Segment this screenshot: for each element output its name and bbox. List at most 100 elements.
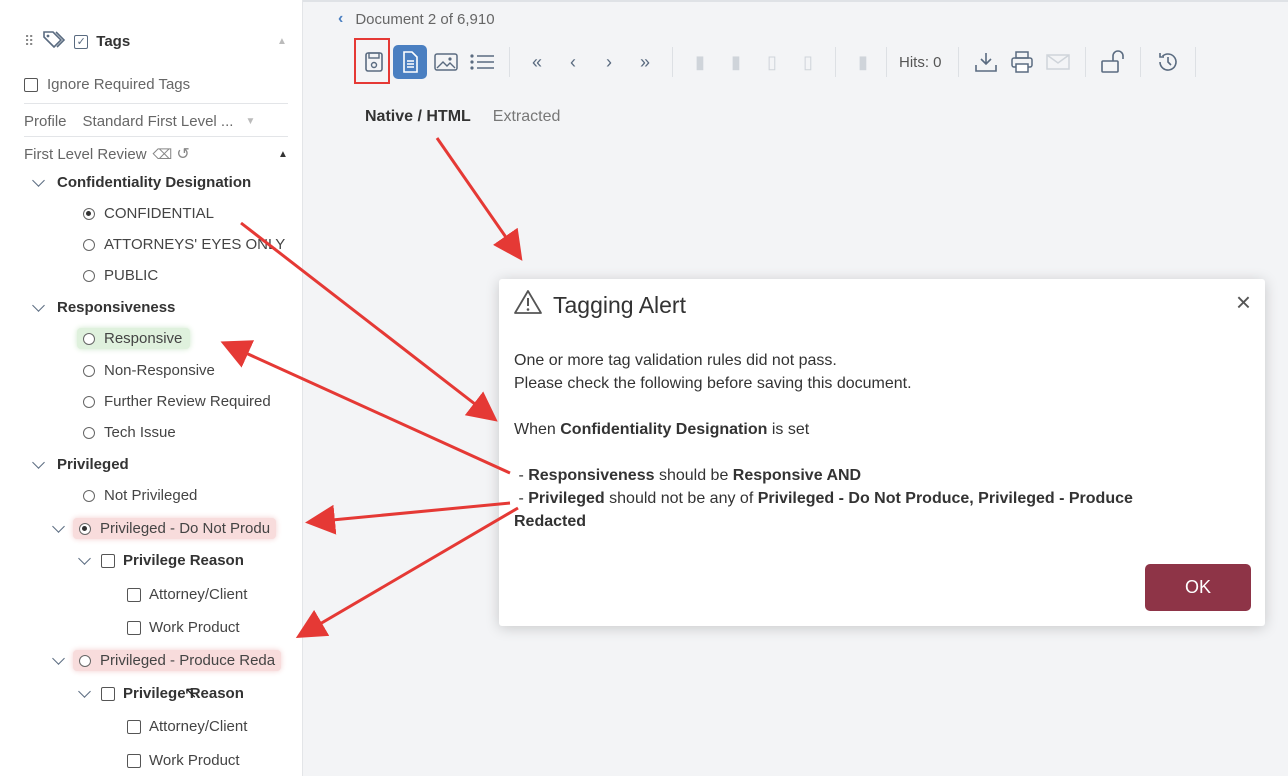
tags-panel-header: ⠿ ✓ Tags (24, 30, 130, 53)
next-page-icon[interactable]: › (592, 45, 626, 79)
chevron-down-icon[interactable] (78, 685, 91, 698)
radio-selected[interactable] (83, 207, 95, 220)
option-not-privileged[interactable]: Not Privileged (83, 487, 197, 504)
first-page-icon[interactable]: « (520, 45, 554, 79)
radio[interactable] (83, 395, 95, 408)
option-confidential[interactable]: CONFIDENTIAL (83, 205, 214, 222)
collapse-up-icon[interactable]: ▲ (277, 36, 287, 47)
radio[interactable] (83, 238, 95, 251)
ignore-required-checkbox[interactable] (24, 77, 38, 92)
drag-handle-icon[interactable]: ⠿ (24, 33, 34, 50)
tags-title: Tags (96, 33, 131, 50)
profile-row: Profile Standard First Level ... ▼ (24, 113, 255, 130)
option-attorneys-eyes-only[interactable]: ATTORNEYS' EYES ONLY (83, 236, 285, 253)
close-icon[interactable]: × (1236, 287, 1251, 318)
tags-checkbox[interactable]: ✓ (74, 34, 89, 49)
privilege-reason-group[interactable]: Privilege Reason (78, 552, 244, 569)
disabled-tool-icon: ▯ (767, 51, 777, 72)
disabled-tool-icon: ▯ (803, 51, 813, 72)
option-tech-issue[interactable]: Tech Issue (83, 424, 176, 441)
group-label: Confidentiality Designation (57, 174, 252, 191)
dialog-rule-1: - Responsiveness should be Responsive AN… (514, 467, 862, 484)
chevron-left-icon[interactable]: ‹ (338, 10, 343, 28)
dialog-title: Tagging Alert (553, 291, 686, 318)
profile-select[interactable]: Standard First Level ... (83, 113, 234, 130)
document-count: Document 2 of 6,910 (355, 10, 495, 28)
group-label: Privileged (57, 456, 129, 473)
history-icon[interactable] (1151, 45, 1185, 79)
review-row: First Level Review ⌫ ↺ ▲ (24, 144, 288, 164)
reason-attorney-client-2[interactable]: Attorney/Client (127, 718, 247, 735)
reason-work-product-2[interactable]: Work Product (127, 752, 240, 769)
image-view-icon[interactable] (429, 45, 463, 79)
privilege-reason-checkbox[interactable] (101, 553, 115, 568)
collapse-up-icon[interactable]: ▲ (278, 149, 288, 160)
ok-button[interactable]: OK (1145, 564, 1251, 611)
ignore-required-row[interactable]: Ignore Required Tags (24, 76, 190, 93)
eraser-icon[interactable]: ⌫ (153, 146, 173, 163)
radio[interactable] (79, 654, 91, 667)
dialog-line: One or more tag validation rules did not… (514, 352, 837, 369)
tag-icon (42, 30, 66, 53)
option-responsive[interactable]: Responsive (77, 328, 191, 349)
reason-work-product[interactable]: Work Product (127, 619, 240, 636)
radio[interactable] (83, 269, 95, 282)
save-highlight-box (354, 38, 390, 84)
chevron-down-icon[interactable] (32, 299, 45, 312)
chevron-down-icon[interactable] (32, 174, 45, 187)
option-privileged-do-not-produce[interactable]: Privileged - Do Not Produ (73, 518, 277, 539)
radio[interactable] (83, 426, 95, 439)
option-privileged-do-not-produce-row[interactable]: Privileged - Do Not Produ (52, 518, 277, 539)
chevron-down-icon[interactable] (52, 520, 65, 533)
option-public[interactable]: PUBLIC (83, 267, 158, 284)
group-confidentiality[interactable]: Confidentiality Designation (32, 174, 252, 191)
radio[interactable] (83, 364, 95, 377)
chevron-down-icon[interactable] (78, 552, 91, 565)
checkbox[interactable] (127, 620, 141, 635)
download-icon[interactable] (969, 45, 1003, 79)
option-further-review[interactable]: Further Review Required (83, 393, 271, 410)
tab-native-html[interactable]: Native / HTML (365, 108, 471, 126)
print-icon[interactable] (1005, 45, 1039, 79)
radio-selected[interactable] (79, 522, 91, 535)
last-page-icon[interactable]: » (628, 45, 662, 79)
group-label: Responsiveness (57, 299, 176, 316)
checkbox[interactable] (127, 587, 141, 602)
unlock-icon[interactable] (1096, 45, 1130, 79)
option-privileged-produce-redacted[interactable]: Privileged - Produce Reda (73, 650, 282, 671)
tab-extracted[interactable]: Extracted (493, 108, 561, 126)
disabled-tool-icon: ▮ (695, 51, 705, 72)
native-view-button[interactable] (393, 45, 427, 79)
document-navigator: ‹ Document 2 of 6,910 (338, 10, 495, 28)
disabled-tool-icon: ▮ (858, 51, 868, 72)
annotation-arrow (435, 137, 523, 261)
privilege-reason-checkbox[interactable] (101, 686, 115, 701)
annotation-arrow (305, 501, 511, 535)
privilege-reason-group-2[interactable]: Privilege Reason (78, 685, 244, 702)
profile-label: Profile (24, 113, 67, 130)
checkbox[interactable] (127, 719, 141, 734)
chevron-down-icon[interactable]: ▼ (245, 116, 255, 127)
disabled-tool-icon: ▮ (731, 51, 741, 72)
dialog-line: Please check the following before saving… (514, 375, 912, 392)
group-privileged[interactable]: Privileged (32, 456, 129, 473)
review-label: First Level Review (24, 145, 147, 163)
radio[interactable] (83, 332, 95, 345)
group-responsiveness[interactable]: Responsiveness (32, 299, 176, 316)
email-icon (1041, 45, 1075, 79)
chevron-down-icon[interactable] (32, 456, 45, 469)
list-view-icon[interactable] (465, 45, 499, 79)
chevron-down-icon[interactable] (52, 652, 65, 665)
reset-icon[interactable]: ↺ (176, 144, 189, 164)
option-non-responsive[interactable]: Non-Responsive (83, 362, 215, 379)
checkbox[interactable] (127, 753, 141, 768)
previous-page-icon[interactable]: ‹ (556, 45, 590, 79)
option-privileged-produce-redacted-row[interactable]: Privileged - Produce Reda (52, 650, 282, 671)
annotation-arrow (295, 506, 519, 639)
warning-icon (513, 289, 543, 321)
reason-attorney-client[interactable]: Attorney/Client (127, 586, 247, 603)
hits-count: Hits: 0 (899, 53, 942, 71)
radio[interactable] (83, 489, 95, 502)
viewer-toolbar: « ‹ › » ▮ ▮ ▯ ▯ ▮ Hits: 0 (357, 36, 1204, 88)
tagging-alert-dialog: Tagging Alert × One or more tag validati… (499, 279, 1265, 626)
